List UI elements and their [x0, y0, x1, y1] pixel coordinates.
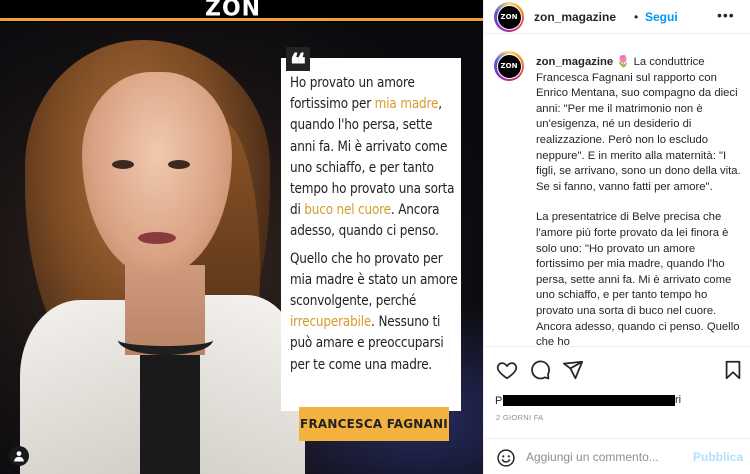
redaction-bar — [503, 395, 675, 406]
follow-button[interactable]: Segui — [645, 10, 678, 24]
caption-text: zon_magazine 🌷 La conduttrice Francesca … — [536, 55, 744, 345]
comment-input[interactable] — [526, 448, 676, 466]
post-actions: P ri 2 GIORNI FA — [484, 346, 750, 436]
post-image[interactable]: ZON ❝ Ho provato un amore fortissimo per… — [0, 0, 483, 474]
more-options-icon[interactable]: ••• — [717, 7, 735, 23]
quote-text: Ho provato un amore fortissimo per mia m… — [290, 73, 458, 376]
brand-header-bar: ZON — [0, 0, 483, 22]
quote-highlight: mia madre — [374, 96, 439, 113]
name-tag: FRANCESCA FAGNANI — [299, 407, 449, 441]
quote-mark-icon: ❝ — [286, 47, 310, 83]
brand-accent-line — [0, 18, 483, 21]
comment-bar: Pubblica — [484, 438, 750, 474]
avatar[interactable]: ZON — [494, 2, 524, 32]
post-date[interactable]: 2 GIORNI FA — [496, 413, 543, 422]
share-icon[interactable] — [562, 359, 584, 381]
avatar-logo: ZON — [496, 53, 522, 79]
separator-dot: • — [634, 10, 639, 24]
comment-icon[interactable] — [529, 359, 551, 381]
publish-button[interactable]: Pubblica — [693, 450, 743, 464]
caption-paragraph-1: La conduttrice Francesca Fagnani sul rap… — [536, 56, 741, 193]
post-side-panel: ZON zon_magazine • Segui ••• ZON zon_mag… — [483, 0, 750, 474]
post-header: ZON zon_magazine • Segui ••• — [484, 0, 750, 34]
caption-username[interactable]: zon_magazine — [536, 56, 613, 68]
likes-summary[interactable]: P ri — [495, 394, 695, 407]
quote-highlight: irrecuperabile — [290, 314, 372, 331]
heart-icon[interactable] — [496, 359, 518, 381]
tagged-user-icon[interactable] — [9, 446, 29, 466]
caption-area[interactable]: ZON zon_magazine 🌷 La conduttrice France… — [484, 45, 750, 345]
bookmark-icon[interactable] — [722, 359, 744, 381]
caption-paragraph-2: La presentatrice di Belve precisa che l'… — [536, 211, 740, 345]
avatar-logo: ZON — [496, 4, 522, 30]
quote-paragraph-2: Quello che ho provato per mia madre è st… — [290, 250, 458, 373]
emoji-icon[interactable] — [496, 448, 516, 468]
name-tag-label: FRANCESCA FAGNANI — [300, 417, 448, 431]
quote-highlight: buco nel cuore — [304, 202, 391, 219]
quote-card: Ho provato un amore fortissimo per mia m… — [281, 58, 461, 411]
tulip-icon: 🌷 — [616, 56, 631, 68]
quote-paragraph-1: Ho provato un amore fortissimo per mia m… — [290, 75, 455, 240]
header-username[interactable]: zon_magazine — [534, 10, 616, 24]
avatar[interactable]: ZON — [494, 51, 524, 81]
